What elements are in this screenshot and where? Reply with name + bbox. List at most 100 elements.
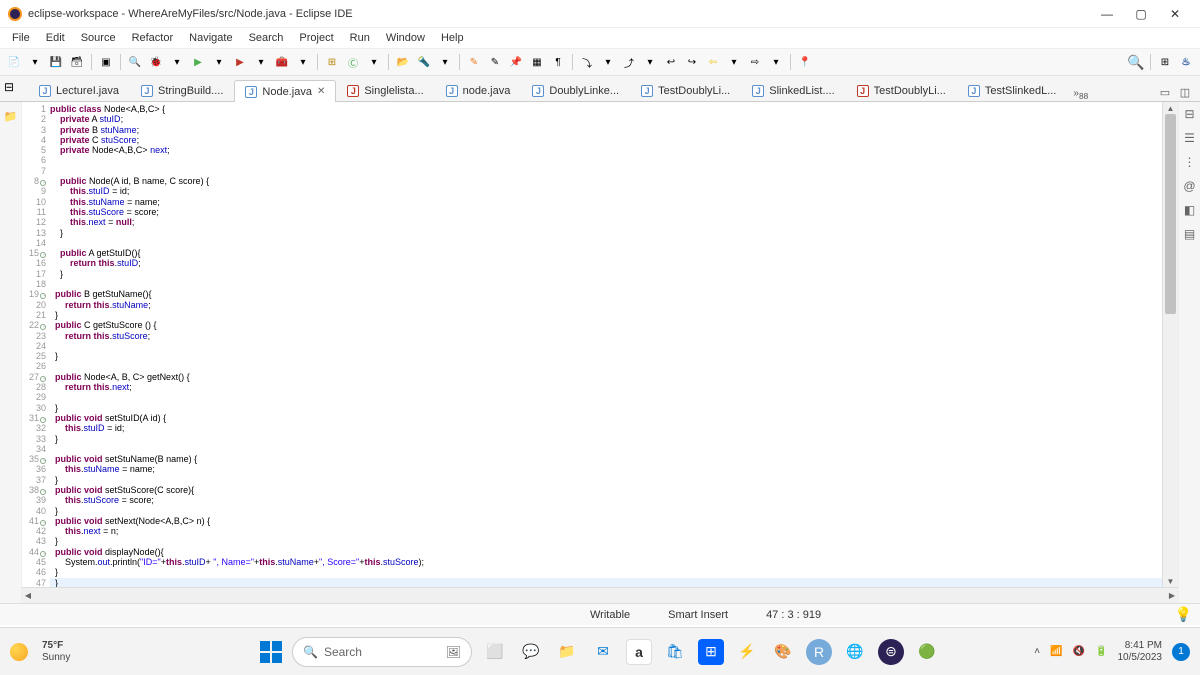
tab-stringbuild-[interactable]: JStringBuild.... [130,79,234,101]
minimize-view-icon[interactable]: ▭ [1156,83,1174,101]
menu-help[interactable]: Help [433,30,472,46]
tab-doublylinke-[interactable]: JDoublyLinke... [521,79,630,101]
back-icon[interactable]: ⇦ [703,52,723,72]
save-all-icon[interactable]: 🗃 [67,52,87,72]
mail-icon[interactable]: ✉ [590,639,616,665]
tab-singlelista-[interactable]: JSinglelista... [336,79,434,101]
taskbar-search[interactable]: 🔍 Search 🖼 [292,637,472,667]
menu-window[interactable]: Window [378,30,433,46]
store-icon[interactable]: 🛍 [662,639,688,665]
minimize-button[interactable]: — [1090,0,1124,27]
amazon-icon[interactable]: a [626,639,652,665]
coverage-icon[interactable]: ▶ [230,52,250,72]
menu-search[interactable]: Search [241,30,292,46]
open-task-icon[interactable]: ✎ [464,52,484,72]
tab-testdoublyli-[interactable]: JTestDoublyLi... [630,79,741,101]
tip-icon[interactable]: 💡 [1175,606,1192,623]
run-icon[interactable]: ▶ [188,52,208,72]
rstudio-icon[interactable]: R [806,639,832,665]
app-icon-2[interactable]: 🎨 [770,639,796,665]
start-button[interactable] [260,641,282,663]
scroll-down-icon[interactable]: ▼ [1163,575,1178,587]
dropbox-icon[interactable]: ⊞ [698,639,724,665]
show-whitespace-icon[interactable]: ¶ [548,52,568,72]
edge-icon[interactable]: 🌐 [842,639,868,665]
status-position: 47 : 3 : 919 [756,609,849,621]
block-select-icon[interactable]: ▦ [527,52,547,72]
search-image-icon: 🖼 [446,645,461,659]
menu-refactor[interactable]: Refactor [124,30,182,46]
open-perspective-icon[interactable]: ⊞ [1155,52,1175,72]
volume-icon[interactable]: 🔇 [1073,646,1085,657]
taskbar-clock[interactable]: 8:41 PM 10/5/2023 [1118,640,1163,664]
tab-testdoublyli-[interactable]: JTestDoublyLi... [846,79,957,101]
maximize-button[interactable]: ▢ [1124,0,1158,27]
app-icon-1[interactable]: ⚡ [734,639,760,665]
wifi-icon[interactable]: 📶 [1050,646,1062,657]
tray-chevron-icon[interactable]: ˄ [1034,646,1040,657]
more-icon[interactable]: ▤ [1182,226,1198,242]
java-file-icon: J [752,85,764,97]
horizontal-scrollbar[interactable]: ◀ ▶ [22,587,1178,603]
scroll-left-icon[interactable]: ◀ [22,591,34,600]
terminal-icon[interactable]: ▣ [96,52,116,72]
tab-testslinkedl-[interactable]: JTestSlinkedL... [957,79,1068,101]
dropdown-icon[interactable]: ▾ [25,52,45,72]
chat-icon[interactable]: 💬 [518,639,544,665]
package-explorer-icon[interactable]: 📁 [4,110,18,123]
debug-icon[interactable]: 🐞 [146,52,166,72]
new-package-icon[interactable]: ⊞ [322,52,342,72]
tab-slinkedlist-[interactable]: JSlinkedList.... [741,79,845,101]
tab-node-java[interactable]: Jnode.java [435,79,522,101]
explorer-icon[interactable]: 📁 [554,639,580,665]
magnify-icon[interactable]: 🔍 [125,52,145,72]
open-type-icon[interactable]: 📂 [393,52,413,72]
ext-tools-icon[interactable]: 🧰 [272,52,292,72]
new-class-icon[interactable]: Ⓒ [343,52,363,72]
task-list-icon[interactable]: ☰ [1182,130,1198,146]
menu-file[interactable]: File [4,30,38,46]
battery-icon[interactable]: 🔋 [1095,646,1107,657]
save-icon[interactable]: 💾 [46,52,66,72]
close-button[interactable]: ✕ [1158,0,1192,27]
tab-overflow[interactable]: »88 [1067,88,1094,101]
expand-icon[interactable]: ↪ [682,52,702,72]
maximize-view-icon[interactable]: ◫ [1176,83,1194,101]
scroll-up-icon[interactable]: ▲ [1163,102,1178,114]
weather-icon[interactable] [10,643,28,661]
close-tab-icon[interactable]: ✕ [317,86,325,97]
outline-icon[interactable]: ⋮ [1182,154,1198,170]
step-over-icon[interactable]: ⤴ [619,52,639,72]
toggle-mark-icon[interactable]: ✎ [485,52,505,72]
code-editor[interactable]: public class Node<A,B,C> { private A stu… [50,102,1162,587]
weather-widget[interactable]: 75°F Sunny [42,640,70,664]
tab-lecturei-java[interactable]: JLectureI.java [28,79,130,101]
menu-edit[interactable]: Edit [38,30,73,46]
filter-icon[interactable]: ◧ [1182,202,1198,218]
chrome-icon[interactable]: 🟢 [914,639,940,665]
menu-run[interactable]: Run [342,30,378,46]
outline-collapse-icon[interactable]: ⊟ [1182,106,1198,122]
menu-navigate[interactable]: Navigate [181,30,240,46]
step-icon[interactable]: ⤵ [577,52,597,72]
scroll-thumb[interactable] [1165,114,1176,314]
breadcrumb-icon[interactable]: ⊟ [4,80,20,96]
java-perspective-icon[interactable]: ♨ [1176,52,1196,72]
eclipse-app-icon[interactable]: ⊜ [878,639,904,665]
task-view-icon[interactable]: ⬜ [482,639,508,665]
status-writable: Writable [580,609,658,621]
tab-node-java[interactable]: JNode.java✕ [234,80,336,102]
pin-editor-icon[interactable]: 📍 [795,52,815,72]
search-button-icon[interactable]: 🔍 [1126,52,1146,72]
vertical-scrollbar[interactable]: ▲ ▼ [1162,102,1178,587]
link-icon[interactable]: @ [1182,178,1198,194]
menu-source[interactable]: Source [73,30,124,46]
pin-icon[interactable]: 📌 [506,52,526,72]
collapse-icon[interactable]: ↩ [661,52,681,72]
new-icon[interactable]: 📄 [4,52,24,72]
search-icon[interactable]: 🔦 [414,52,434,72]
menu-project[interactable]: Project [291,30,341,46]
scroll-right-icon[interactable]: ▶ [1166,591,1178,600]
forward-icon[interactable]: ⇨ [745,52,765,72]
notification-badge[interactable]: 1 [1172,643,1190,661]
